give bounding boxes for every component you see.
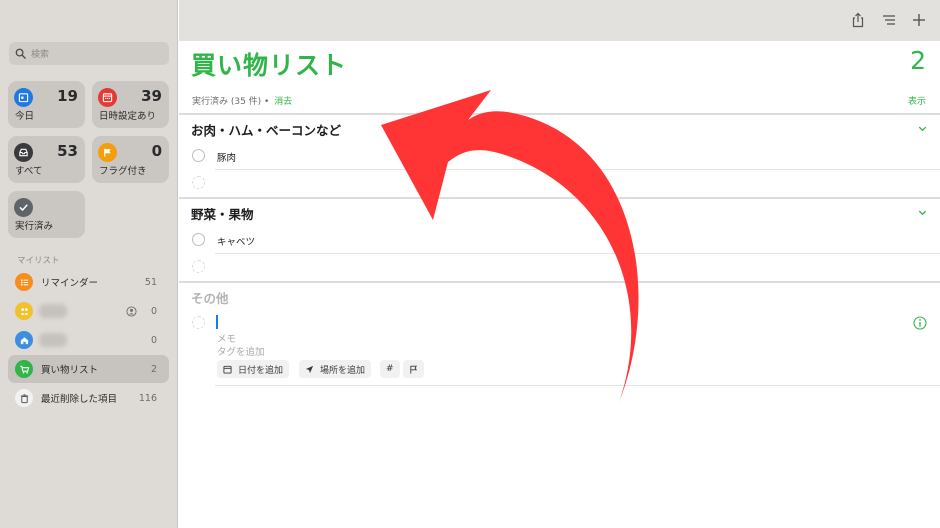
add-button[interactable]: [911, 12, 927, 28]
sidebar-item-home-list[interactable]: 0: [8, 326, 169, 354]
add-location-chip[interactable]: 場所を追加: [299, 360, 372, 378]
add-location-label: 場所を追加: [320, 365, 366, 376]
house-icon: [15, 331, 33, 349]
search-field[interactable]: 検索: [9, 42, 169, 65]
share-icon: [852, 12, 864, 28]
info-icon[interactable]: [913, 316, 927, 330]
sidebar-item-shared-list[interactable]: 0: [8, 297, 169, 325]
sidebar-item-label: 最近削除した項目: [41, 394, 118, 405]
all-count: 53: [57, 142, 78, 160]
flagged-label: フラグ付き: [99, 166, 147, 177]
sidebar-item-shopping-list[interactable]: 買い物リスト 2: [8, 355, 169, 383]
list-format-icon: [883, 15, 895, 25]
list-title: 買い物リスト: [191, 51, 348, 80]
calendar-icon: [14, 88, 33, 107]
toolbar: [179, 0, 940, 41]
flag-icon: [98, 143, 117, 162]
divider: [215, 385, 940, 386]
trash-icon: [15, 389, 33, 407]
today-count: 19: [57, 87, 78, 105]
reminder-checkbox[interactable]: [192, 233, 205, 246]
shared-person-icon: [126, 305, 137, 317]
sidebar-item-reminders[interactable]: リマインダー 51: [8, 268, 169, 296]
show-completed-button[interactable]: 表示: [908, 94, 926, 107]
scheduled-count: 39: [141, 87, 162, 105]
add-flag-chip[interactable]: [403, 360, 424, 378]
sidebar-item-label: 買い物リスト: [41, 365, 99, 376]
smart-list-all[interactable]: 53 すべて: [8, 136, 85, 183]
section-header[interactable]: お肉・ハム・ベーコンなど: [191, 120, 341, 139]
divider: [179, 197, 940, 199]
completed-count-text: 実行済み (35 件) •: [192, 97, 270, 107]
people-icon: [15, 302, 33, 320]
divider: [179, 281, 940, 283]
all-label: すべて: [15, 166, 43, 177]
sidebar-item-count: 0: [150, 305, 157, 317]
flagged-count: 0: [151, 142, 162, 160]
checkmark-icon: [14, 198, 33, 217]
new-reminder-checkbox[interactable]: [192, 316, 205, 329]
divider: [215, 169, 940, 170]
sidebar-item-count: 116: [138, 392, 157, 404]
search-placeholder: 検索: [31, 50, 50, 60]
cart-icon: [15, 360, 33, 378]
smart-list-scheduled[interactable]: 39 日時設定あり: [92, 81, 169, 128]
format-button[interactable]: [881, 12, 897, 28]
sidebar-item-recently-deleted[interactable]: 最近削除した項目 116: [8, 384, 169, 412]
smart-list-completed[interactable]: 実行済み: [8, 191, 85, 238]
my-lists-header: マイリスト: [17, 256, 60, 266]
divider: [179, 113, 940, 115]
reminder-title[interactable]: 豚肉: [217, 150, 236, 164]
main-content: 買い物リスト 2 実行済み (35 件) • 消去 表示 お肉・ハム・ベーコンな…: [179, 0, 940, 528]
smart-list-flagged[interactable]: 0 フラグ付き: [92, 136, 169, 183]
add-date-label: 日付を追加: [238, 365, 284, 376]
reminder-checkbox[interactable]: [192, 149, 205, 162]
flag-icon: [410, 365, 417, 374]
today-label: 今日: [15, 111, 35, 122]
divider: [215, 253, 940, 254]
completed-label: 実行済み: [15, 221, 54, 232]
share-button[interactable]: [850, 12, 866, 28]
chevron-down-icon[interactable]: [917, 123, 928, 134]
blurred-list-name: [39, 304, 67, 318]
location-arrow-icon: [305, 365, 314, 373]
calendar-icon: [223, 365, 232, 374]
blurred-list-name: [39, 333, 67, 347]
tray-icon: [14, 143, 33, 162]
plus-icon: [913, 14, 925, 26]
smart-list-today[interactable]: 19 今日: [8, 81, 85, 128]
calendar-grid-icon: [98, 88, 117, 107]
sidebar: 検索 19 今日 39 日時設定あり 53 すべて 0 フラグ付き 実行済み マ…: [0, 0, 178, 528]
sidebar-item-count: 0: [150, 334, 157, 346]
sidebar-item-label: リマインダー: [41, 278, 99, 289]
scheduled-label: 日時設定あり: [99, 111, 157, 122]
search-icon: [15, 48, 26, 59]
clear-completed-button[interactable]: 消去: [274, 97, 292, 107]
completed-summary: 実行済み (35 件) • 消去: [192, 94, 292, 107]
reminder-title[interactable]: キャベツ: [217, 234, 255, 248]
tags-field[interactable]: タグを追加: [217, 344, 265, 358]
notes-field[interactable]: メモ: [217, 331, 236, 345]
list-bullet-icon: [15, 273, 33, 291]
sidebar-item-count: 2: [150, 363, 157, 375]
add-tag-chip[interactable]: #: [380, 360, 400, 378]
sidebar-item-count: 51: [144, 276, 157, 288]
new-reminder-checkbox[interactable]: [192, 260, 205, 273]
add-date-chip[interactable]: 日付を追加: [217, 360, 290, 378]
section-header[interactable]: 野菜・果物: [191, 204, 254, 223]
new-reminder-checkbox[interactable]: [192, 176, 205, 189]
section-header[interactable]: その他: [191, 288, 229, 307]
list-count: 2: [910, 46, 926, 75]
chevron-down-icon[interactable]: [917, 207, 928, 218]
text-cursor[interactable]: [216, 315, 218, 329]
tag-chip-label: #: [386, 364, 394, 374]
